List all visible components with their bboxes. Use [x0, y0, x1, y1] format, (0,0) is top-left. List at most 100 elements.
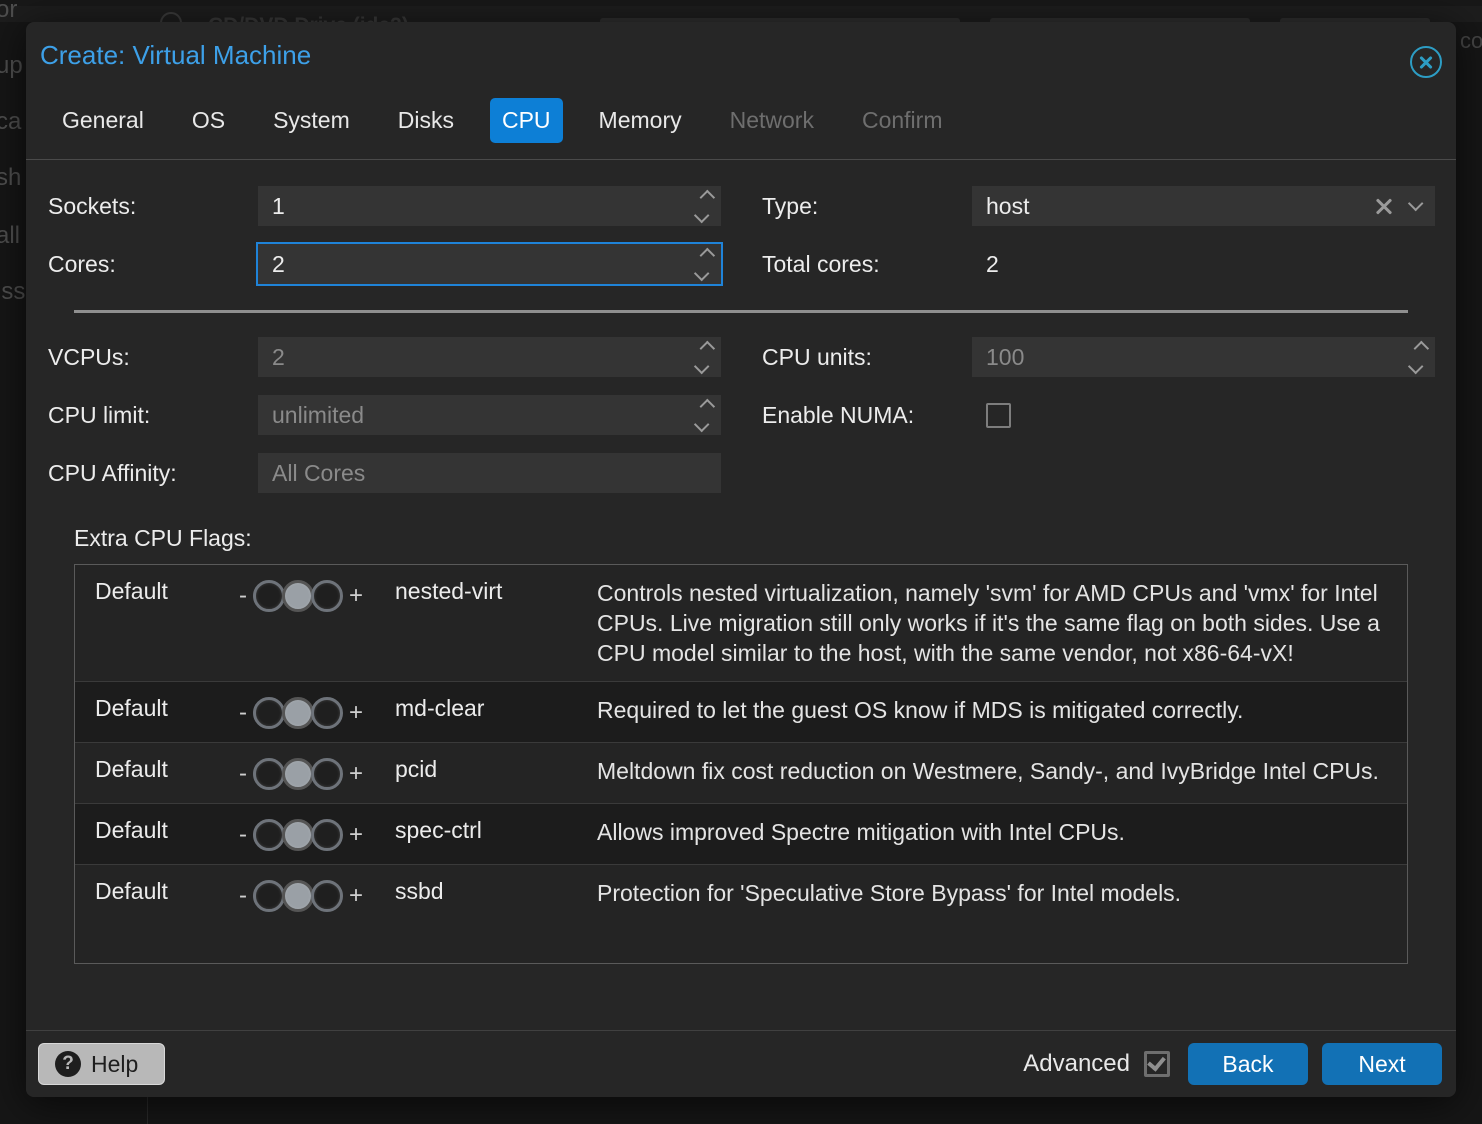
cpu-limit-field: [258, 395, 721, 435]
flag-tristate-toggle[interactable]: - +: [207, 758, 395, 790]
type-label: Type:: [762, 193, 972, 220]
sockets-spinner[interactable]: [687, 186, 721, 226]
tristate-slider[interactable]: [253, 819, 343, 851]
toggle-on-position[interactable]: [311, 697, 343, 729]
dialog-body: Sockets: Cores: Type:: [26, 159, 1456, 964]
tab[interactable]: Memory: [587, 98, 694, 143]
tab[interactable]: General: [50, 98, 156, 143]
flag-description: Required to let the guest OS know if MDS…: [597, 695, 1407, 725]
flag-tristate-toggle[interactable]: - +: [207, 697, 395, 729]
cpu-units-label: CPU units:: [762, 344, 972, 371]
dialog-header: Create: Virtual Machine: [26, 22, 1456, 84]
vcpus-spinner[interactable]: [687, 337, 721, 377]
flag-description: Protection for 'Speculative Store Bypass…: [597, 878, 1407, 908]
plus-icon: +: [349, 760, 363, 788]
cpu-flag-row: Default - + spec-ctrl Allows improved Sp…: [75, 803, 1407, 864]
tab[interactable]: Disks: [386, 98, 466, 143]
advanced-label: Advanced: [1023, 1050, 1130, 1078]
cpu-units-spinner[interactable]: [1401, 337, 1435, 377]
tristate-slider[interactable]: [253, 580, 343, 612]
cpu-flag-row: Default - + nested-virt Controls nested …: [75, 565, 1407, 681]
background-text-fragment: ca: [0, 108, 21, 136]
toggle-on-position[interactable]: [311, 580, 343, 612]
toggle-off-position[interactable]: [253, 580, 285, 612]
tristate-slider[interactable]: [253, 697, 343, 729]
question-mark-icon: ?: [55, 1051, 81, 1077]
tab[interactable]: Confirm: [850, 98, 955, 143]
plus-icon: +: [349, 699, 363, 727]
cpu-limit-label: CPU limit:: [48, 402, 258, 429]
create-vm-dialog: Create: Virtual Machine General OS Syste…: [26, 22, 1456, 1097]
cpu-type-input[interactable]: [972, 186, 1367, 226]
background-divider: [147, 1097, 148, 1124]
tab[interactable]: Network: [718, 98, 826, 143]
cpu-affinity-input[interactable]: [258, 453, 721, 493]
flag-tristate-toggle[interactable]: - +: [207, 880, 395, 912]
cpu-affinity-label: CPU Affinity:: [48, 460, 258, 487]
flag-state-label: Default: [75, 817, 207, 844]
background-text-fragment: or: [0, 0, 17, 24]
toggle-off-position[interactable]: [253, 819, 285, 851]
enable-numa-label: Enable NUMA:: [762, 402, 972, 429]
tab[interactable]: System: [261, 98, 362, 143]
sockets-input[interactable]: [258, 186, 687, 226]
background-text-fragment: all: [0, 222, 20, 250]
cpu-units-input[interactable]: [972, 337, 1401, 377]
toggle-on-position[interactable]: [311, 880, 343, 912]
cpu-affinity-field: [258, 453, 721, 493]
toggle-default-position[interactable]: [282, 819, 314, 851]
plus-icon: +: [349, 882, 363, 910]
background-text-fragment: sh: [0, 164, 21, 192]
flag-name: ssbd: [395, 878, 597, 905]
clear-icon[interactable]: [1367, 186, 1401, 226]
vcpus-input[interactable]: [258, 337, 687, 377]
cpu-limit-spinner[interactable]: [687, 395, 721, 435]
toggle-on-position[interactable]: [311, 819, 343, 851]
toggle-default-position[interactable]: [282, 697, 314, 729]
help-button[interactable]: ? Help: [38, 1043, 165, 1085]
tab[interactable]: OS: [180, 98, 237, 143]
cores-field: [258, 244, 721, 284]
advanced-checkbox[interactable]: [1144, 1051, 1170, 1077]
enable-numa-checkbox[interactable]: [986, 403, 1011, 428]
minus-icon: -: [239, 760, 247, 788]
plus-icon: +: [349, 582, 363, 610]
total-cores-label: Total cores:: [762, 251, 972, 278]
toggle-on-position[interactable]: [311, 758, 343, 790]
next-button[interactable]: Next: [1322, 1043, 1442, 1085]
cpu-flags-table: Default - + nested-virt Controls nested …: [74, 564, 1408, 964]
tristate-slider[interactable]: [253, 758, 343, 790]
flag-state-label: Default: [75, 695, 207, 722]
toggle-off-position[interactable]: [253, 697, 285, 729]
cpu-flag-row: Default - + md-clear Required to let the…: [75, 681, 1407, 742]
minus-icon: -: [239, 699, 247, 727]
flag-name: spec-ctrl: [395, 817, 597, 844]
tristate-slider[interactable]: [253, 880, 343, 912]
chevron-down-icon[interactable]: [1401, 186, 1435, 226]
minus-icon: -: [239, 821, 247, 849]
cpu-flag-row: Default - + ssbd Protection for 'Specula…: [75, 864, 1407, 925]
toggle-default-position[interactable]: [282, 758, 314, 790]
cores-spinner[interactable]: [687, 244, 721, 284]
flag-name: pcid: [395, 756, 597, 783]
close-icon[interactable]: [1410, 46, 1442, 78]
tab[interactable]: CPU: [490, 98, 563, 143]
background-text-fragment: up: [0, 52, 23, 80]
total-cores-value: 2: [972, 251, 999, 278]
extra-cpu-flags-label: Extra CPU Flags:: [74, 525, 1456, 552]
toggle-default-position[interactable]: [282, 580, 314, 612]
cpu-limit-input[interactable]: [258, 395, 687, 435]
flag-description: Allows improved Spectre mitigation with …: [597, 817, 1407, 847]
toggle-off-position[interactable]: [253, 880, 285, 912]
flag-tristate-toggle[interactable]: - +: [207, 819, 395, 851]
sockets-label: Sockets:: [48, 193, 258, 220]
cores-input[interactable]: [258, 244, 687, 284]
flag-name: md-clear: [395, 695, 597, 722]
flag-tristate-toggle[interactable]: - +: [207, 580, 395, 612]
toggle-default-position[interactable]: [282, 880, 314, 912]
back-button[interactable]: Back: [1188, 1043, 1308, 1085]
background-text-fragment: iss: [0, 278, 25, 306]
flag-name: nested-virt: [395, 578, 597, 605]
toggle-off-position[interactable]: [253, 758, 285, 790]
dialog-title: Create: Virtual Machine: [40, 40, 311, 70]
